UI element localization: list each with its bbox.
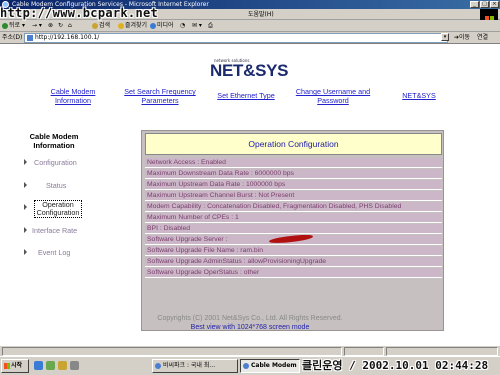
page-icon bbox=[27, 35, 33, 41]
start-button[interactable]: 시작 bbox=[1, 359, 29, 373]
minimize-button[interactable]: _ bbox=[470, 1, 479, 8]
config-row: Network Access : Enabled bbox=[145, 158, 442, 168]
back-arrow-icon bbox=[2, 22, 8, 29]
quicklaunch-app-icon[interactable] bbox=[70, 361, 79, 370]
netsys-logo: network solutions NET&SYS bbox=[210, 58, 289, 80]
config-row: Software Upgrade AdminStatus : allowProv… bbox=[145, 257, 442, 267]
sidebar-title: Cable Modem Information bbox=[29, 132, 79, 150]
home-icon[interactable]: ⌂ bbox=[68, 20, 72, 32]
config-row: Maximum Downstream Data Rate : 6000000 b… bbox=[145, 169, 442, 179]
page-footer: Copyrights (C) 2001 Net&Sys Co., Ltd. Al… bbox=[0, 314, 500, 332]
stop-icon[interactable]: ⊗ bbox=[48, 20, 53, 32]
config-row: Maximum Upstream Data Rate : 1000000 bps bbox=[145, 180, 442, 190]
search-button[interactable]: 검색 bbox=[92, 20, 110, 32]
nav-netsys[interactable]: NET&SYS bbox=[398, 91, 440, 101]
config-row: Software Upgrade OperStatus : other bbox=[145, 268, 442, 278]
refresh-icon[interactable]: ↻ bbox=[58, 20, 63, 32]
nav-set-ethernet-type[interactable]: Set Ethernet Type bbox=[212, 91, 280, 101]
media-icon bbox=[150, 22, 156, 29]
arrow-right-icon bbox=[24, 227, 27, 233]
logo-text: NET&SYS bbox=[210, 61, 289, 80]
toolbar: 뒤로 ▾ → ▾ ⊗ ↻ ⌂ 검색 즐겨찾기 미디어 ◔ ✉ ▾ ⎙ bbox=[0, 20, 500, 32]
config-row: BPI : Disabled bbox=[145, 224, 442, 234]
address-url: http://192.168.100.1/ bbox=[35, 34, 100, 41]
nav-set-search-frequency[interactable]: Set Search Frequency Parameters bbox=[114, 87, 206, 105]
favorites-icon bbox=[118, 22, 124, 29]
config-row: Maximum Number of CPEs : 1 bbox=[145, 213, 442, 223]
search-icon bbox=[92, 22, 98, 29]
links-button[interactable]: 연결 bbox=[477, 32, 488, 44]
back-button[interactable]: 뒤로 ▾ bbox=[2, 20, 25, 32]
go-button[interactable]: ➔이동 bbox=[454, 32, 470, 44]
quicklaunch-folder-icon[interactable] bbox=[58, 361, 67, 370]
watermark-text: http://www.bcpark.net bbox=[0, 6, 159, 20]
status-pane bbox=[344, 347, 384, 356]
maximize-button[interactable]: □ bbox=[480, 1, 489, 8]
config-row-upgrade-server: Software Upgrade Server : bbox=[145, 235, 442, 245]
taskbar: 시작 비씨파크 : 국내 최... Cable Modem C... 클린운영 … bbox=[0, 356, 500, 375]
panel-title: Operation Configuration bbox=[145, 133, 442, 155]
clock-text: 클린운영 / 2002.10.01 02:44:28 bbox=[302, 359, 489, 372]
taskbar-task-cable-modem[interactable]: Cable Modem C... bbox=[240, 359, 300, 373]
media-button[interactable]: 미디어 bbox=[150, 20, 174, 32]
operation-configuration-panel: Operation Configuration Network Access :… bbox=[141, 130, 444, 331]
address-input[interactable]: http://192.168.100.1/ bbox=[24, 33, 448, 43]
status-bar bbox=[0, 345, 500, 356]
status-zone-pane bbox=[386, 347, 498, 356]
address-label: 주소(D) bbox=[2, 34, 23, 41]
print-icon[interactable]: ⎙ bbox=[208, 20, 213, 32]
nav-cable-modem-information[interactable]: Cable Modem Information bbox=[42, 87, 104, 105]
status-pane bbox=[2, 347, 342, 356]
history-icon[interactable]: ◔ bbox=[180, 20, 185, 32]
best-view-text: Best view with 1024*768 screen mode bbox=[190, 324, 310, 331]
menu-help[interactable]: 도움말(H) bbox=[248, 9, 274, 20]
nav-change-username-password[interactable]: Change Username and Password bbox=[288, 87, 378, 105]
forward-button[interactable]: → ▾ bbox=[32, 20, 42, 32]
close-button[interactable]: × bbox=[490, 1, 499, 8]
copyright-text: Copyrights (C) 2001 Net&Sys Co., Ltd. Al… bbox=[157, 315, 343, 322]
address-dropdown-button[interactable]: ▾ bbox=[441, 33, 449, 41]
arrow-right-icon bbox=[24, 249, 27, 255]
redaction-mark bbox=[268, 235, 314, 244]
address-bar: 주소(D) http://192.168.100.1/ ▾ ➔이동 연결 bbox=[0, 32, 500, 44]
arrow-right-icon bbox=[24, 204, 27, 210]
quicklaunch-ie-icon[interactable] bbox=[34, 361, 43, 370]
taskbar-task-bcpark[interactable]: 비씨파크 : 국내 최... bbox=[152, 359, 238, 373]
quicklaunch-desktop-icon[interactable] bbox=[46, 361, 55, 370]
arrow-right-icon bbox=[24, 182, 27, 188]
config-row: Software Upgrade File Name : ram.bin bbox=[145, 246, 442, 256]
arrow-right-icon bbox=[24, 159, 27, 165]
page-content: network solutions NET&SYS Cable Modem In… bbox=[0, 45, 500, 356]
config-row: Modem Capability : Concatenation Disable… bbox=[145, 202, 442, 212]
favorites-button[interactable]: 즐겨찾기 bbox=[118, 20, 147, 32]
mail-icon[interactable]: ✉ ▾ bbox=[192, 20, 202, 32]
config-row: Maximum Upstream Channel Burst : Not Pre… bbox=[145, 191, 442, 201]
